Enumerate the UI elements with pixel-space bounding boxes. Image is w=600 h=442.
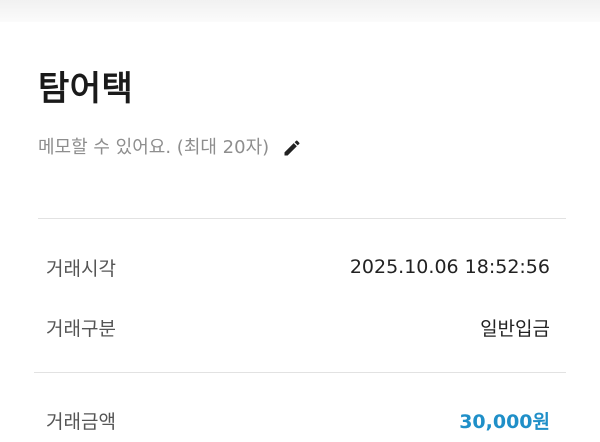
page-title: 탐어택 <box>38 69 134 109</box>
pencil-icon[interactable] <box>281 137 303 159</box>
detail-value: 2025.10.06 18:52:56 <box>349 256 550 278</box>
detail-value: 일반입금 <box>480 317 550 340</box>
status-bar-band <box>0 0 600 22</box>
detail-label: 거래시각 <box>46 257 116 280</box>
detail-row-time: 거래시각 2025.10.06 18:52:56 <box>46 249 550 285</box>
memo-field[interactable]: 메모할 수 있어요. (최대 20자) <box>38 133 303 163</box>
amount-row: 거래금액 30,000원 <box>46 402 550 438</box>
amount-label: 거래금액 <box>46 410 116 433</box>
detail-row-type: 거래구분 일반입금 <box>46 309 550 345</box>
detail-label: 거래구분 <box>46 317 116 340</box>
section-divider <box>38 218 566 219</box>
section-divider <box>34 372 566 373</box>
amount-value: 30,000원 <box>459 410 550 433</box>
memo-placeholder[interactable]: 메모할 수 있어요. (최대 20자) <box>38 133 269 163</box>
